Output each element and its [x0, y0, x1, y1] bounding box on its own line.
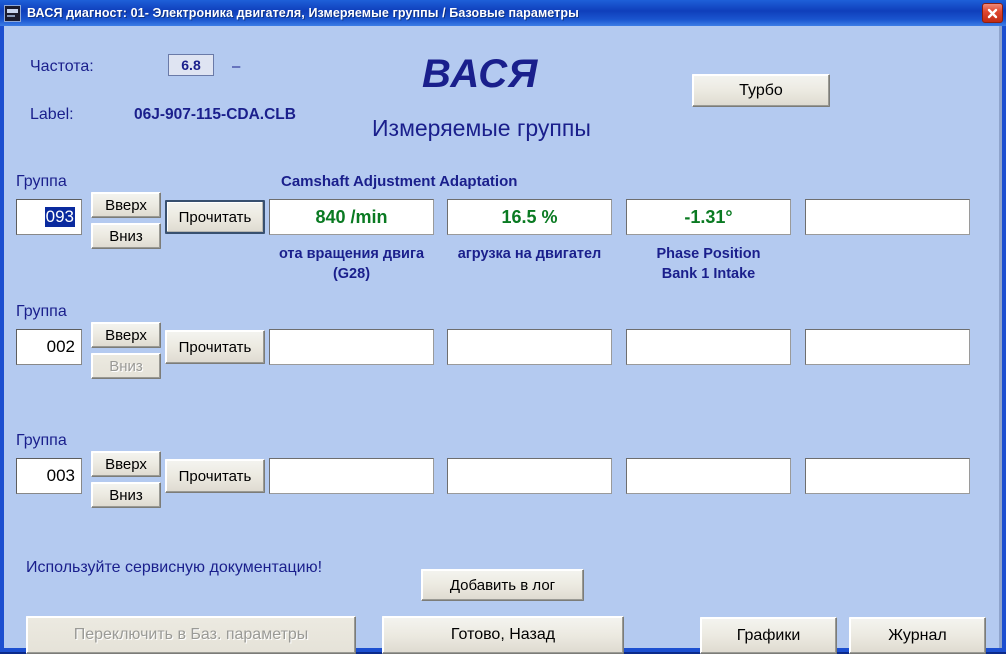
- row2-field-2-value: [447, 329, 612, 365]
- row3-group-title: Группа: [16, 432, 67, 449]
- row1-field-1-caption-line2: (G28): [332, 266, 371, 282]
- frequency-value: 6.8: [168, 54, 214, 76]
- window-title: ВАСЯ диагност: 01- Электроника двигателя…: [27, 6, 579, 20]
- row3-field-3-value: [626, 458, 791, 494]
- row1-field-2-value: 16.5 %: [447, 199, 612, 235]
- row2-group-title: Группа: [16, 303, 67, 320]
- row1-group-input[interactable]: 093: [16, 199, 82, 235]
- row3-field-1-value: [269, 458, 434, 494]
- label-caption: Label:: [30, 106, 74, 123]
- row3-field-4-value: [805, 458, 970, 494]
- row2-field-4-value: [805, 329, 970, 365]
- row1-field-1-value: 840 /min: [269, 199, 434, 235]
- row2-read-button[interactable]: Прочитать: [165, 330, 265, 364]
- app-icon: [4, 4, 21, 22]
- add-to-log-button[interactable]: Добавить в лог: [421, 569, 584, 601]
- row1-field-1-caption: ота вращения двига (G28): [269, 244, 434, 284]
- row2-field-3-value: [626, 329, 791, 365]
- row1-field-2-caption-line1: агрузка на двигател: [457, 246, 602, 262]
- row3-field-2-value: [447, 458, 612, 494]
- done-back-button[interactable]: Готово, Назад: [382, 616, 624, 654]
- row1-field-3-caption-line2: Bank 1 Intake: [661, 266, 756, 282]
- row1-field-4-value: [805, 199, 970, 235]
- close-button[interactable]: [982, 3, 1003, 23]
- row3-up-button[interactable]: Вверх: [91, 451, 161, 477]
- row1-read-button[interactable]: Прочитать: [165, 200, 265, 234]
- service-documentation-hint: Используйте сервисную документацию!: [26, 559, 323, 576]
- row3-group-input[interactable]: 003: [16, 458, 82, 494]
- application-window: ВАСЯ диагност: 01- Электроника двигателя…: [0, 0, 1006, 654]
- title-bar: ВАСЯ диагност: 01- Электроника двигателя…: [0, 0, 1006, 26]
- turbo-button[interactable]: Турбо: [692, 74, 830, 107]
- journal-button[interactable]: Журнал: [849, 617, 986, 654]
- row1-field-3-value: -1.31°: [626, 199, 791, 235]
- client-area: Частота: 6.8 – Label: 06J-907-115-CDA.CL…: [4, 26, 1002, 654]
- switch-to-basic-params-button: Переключить в Баз. параметры: [26, 616, 356, 654]
- graphs-button[interactable]: Графики: [700, 617, 837, 654]
- row2-group-value: 002: [46, 337, 75, 356]
- close-icon: [987, 8, 998, 18]
- row1-down-button[interactable]: Вниз: [91, 223, 161, 249]
- label-value: 06J-907-115-CDA.CLB: [134, 106, 296, 123]
- frequency-label: Частота:: [30, 58, 94, 75]
- row2-up-button[interactable]: Вверх: [91, 322, 161, 348]
- row1-field-1-caption-line1: ота вращения двига: [278, 246, 425, 262]
- brand-logo: ВАСЯ: [422, 52, 539, 96]
- row2-down-button: Вниз: [91, 353, 161, 379]
- row1-group-value: 093: [44, 207, 75, 227]
- row1-field-3-caption-line1: Phase Position: [656, 246, 761, 262]
- row1-field-3-caption: Phase Position Bank 1 Intake: [626, 244, 791, 284]
- row3-group-value: 003: [46, 466, 75, 485]
- row1-field-2-caption: агрузка на двигател: [447, 244, 612, 264]
- adaptation-title: Camshaft Adjustment Adaptation: [281, 173, 518, 190]
- row3-down-button[interactable]: Вниз: [91, 482, 161, 508]
- row2-field-1-value: [269, 329, 434, 365]
- row1-up-button[interactable]: Вверх: [91, 192, 161, 218]
- row2-group-input[interactable]: 002: [16, 329, 82, 365]
- page-subtitle: Измеряемые группы: [372, 115, 591, 141]
- frequency-unit: –: [232, 58, 241, 75]
- row3-read-button[interactable]: Прочитать: [165, 459, 265, 493]
- row1-group-title: Группа: [16, 173, 67, 190]
